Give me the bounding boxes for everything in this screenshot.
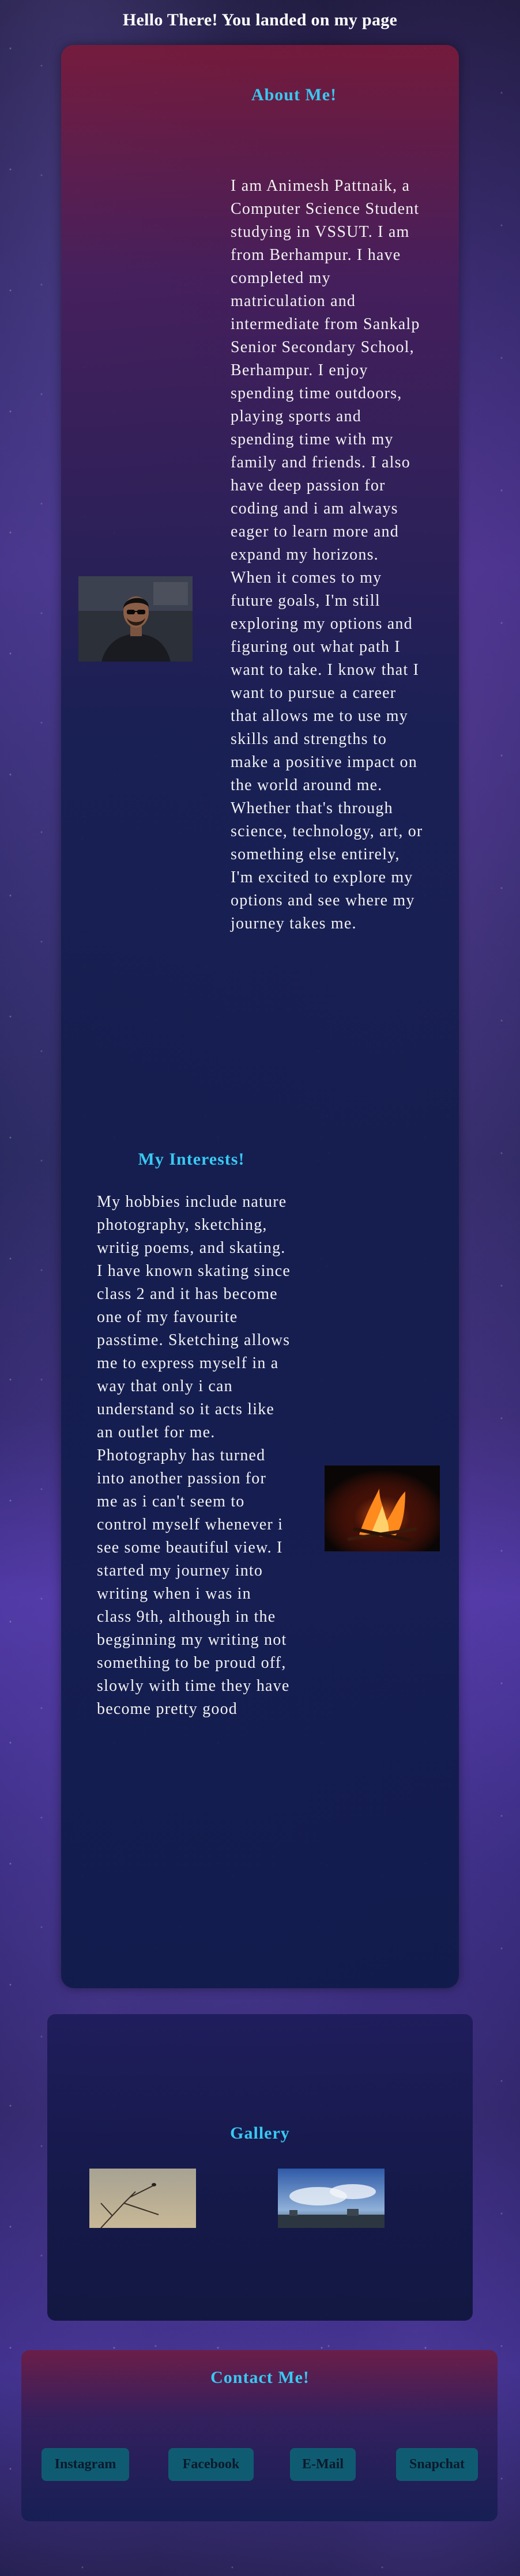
page-header-title: Hello There! You landed on my page — [122, 10, 398, 29]
about-text: I am Animesh Pattnaik, a Computer Scienc… — [231, 177, 423, 932]
about-title: About Me! — [251, 85, 337, 104]
instagram-button[interactable]: Instagram — [42, 2448, 129, 2481]
snapchat-button[interactable]: Snapchat — [396, 2448, 478, 2481]
gallery-title: Gallery — [230, 2124, 290, 2143]
interests-title: My Interests! — [138, 1150, 245, 1169]
interests-text: My hobbies include nature photography, s… — [97, 1193, 291, 1718]
gallery-image-bird-branch — [89, 2169, 196, 2228]
gallery-card — [47, 2014, 473, 2321]
contact-title: Contact Me! — [210, 2368, 310, 2387]
campfire-photo — [325, 1465, 440, 1551]
profile-photo — [78, 576, 193, 662]
email-button[interactable]: E-Mail — [290, 2448, 356, 2481]
facebook-button[interactable]: Facebook — [168, 2448, 254, 2481]
gallery-image-sky-clouds — [278, 2169, 385, 2228]
